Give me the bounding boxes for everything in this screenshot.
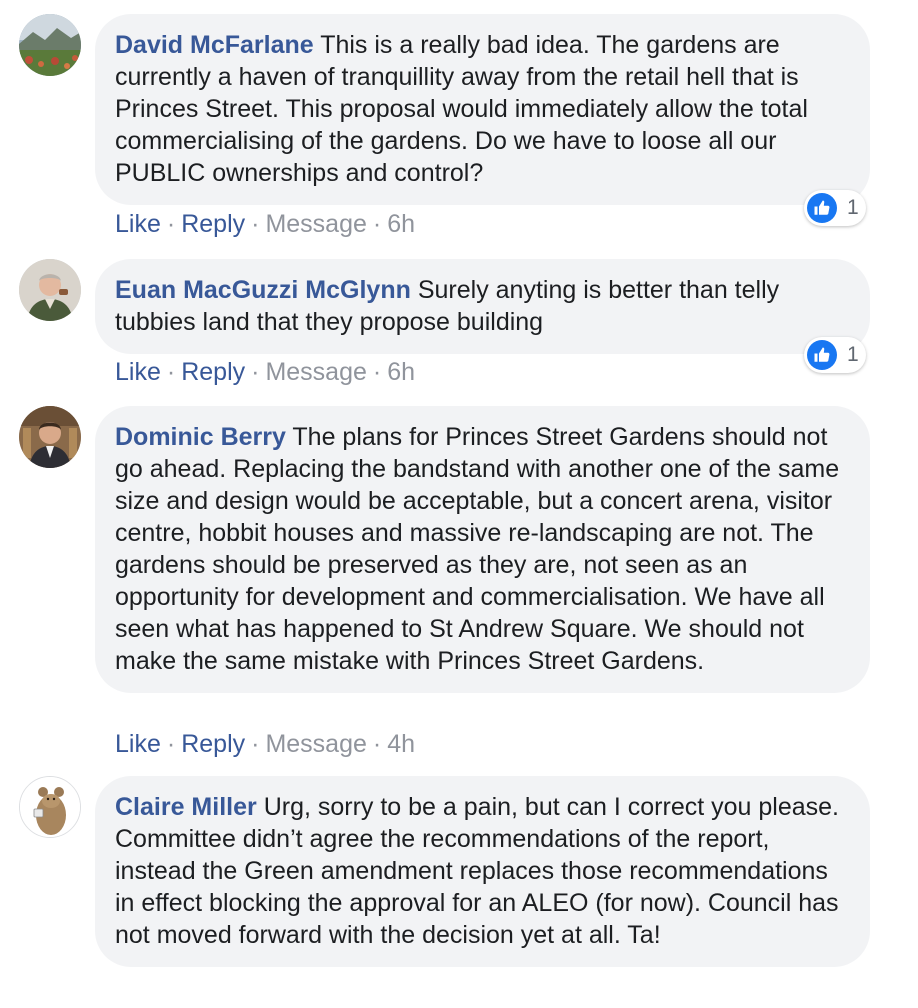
thumbs-up-icon: [807, 340, 837, 370]
message-link[interactable]: Message: [265, 210, 366, 238]
separator-dot: ·: [372, 358, 382, 386]
reaction-summary[interactable]: 1: [804, 337, 866, 373]
like-link[interactable]: Like: [115, 358, 161, 386]
separator-dot: ·: [372, 210, 382, 238]
avatar[interactable]: [19, 259, 81, 321]
separator-dot: ·: [251, 358, 260, 386]
comment-text: The plans for Princes Street Gardens sho…: [115, 423, 840, 675]
separator-dot: ·: [166, 730, 176, 758]
comment-author[interactable]: Dominic Berry: [115, 423, 286, 451]
message-link[interactable]: Message: [265, 730, 366, 758]
separator-dot: ·: [166, 358, 176, 386]
reaction-count: 1: [847, 196, 859, 219]
message-link[interactable]: Message: [265, 358, 366, 386]
reaction-summary[interactable]: 1: [804, 190, 866, 226]
avatar-portrait-image: [19, 259, 81, 321]
comment-actions: Like · Reply · Message · 4h: [115, 729, 415, 759]
separator-dot: ·: [251, 730, 260, 758]
separator-dot: ·: [251, 210, 260, 238]
comment-bubble: Dominic Berry The plans for Princes Stre…: [95, 406, 870, 693]
thumbs-up-icon: [807, 193, 837, 223]
separator-dot: ·: [372, 730, 382, 758]
comment-author[interactable]: Euan MacGuzzi McGlynn: [115, 276, 411, 304]
avatar[interactable]: [19, 14, 81, 76]
separator-dot: ·: [166, 210, 176, 238]
avatar[interactable]: [19, 406, 81, 468]
reply-link[interactable]: Reply: [181, 358, 245, 386]
like-link[interactable]: Like: [115, 730, 161, 758]
comment-bubble: David McFarlane This is a really bad ide…: [95, 14, 870, 205]
avatar[interactable]: [19, 776, 81, 838]
avatar-bear-illustration: [20, 777, 80, 837]
comment-timestamp[interactable]: 6h: [387, 210, 415, 238]
comment-bubble: Claire Miller Urg, sorry to be a pain, b…: [95, 776, 870, 967]
comment-actions: Like · Reply · Message · 6h: [115, 357, 415, 387]
avatar-portrait-image: [19, 406, 81, 468]
avatar-landscape-image: [19, 14, 81, 76]
comment-actions: Like · Reply · Message · 6h: [115, 209, 415, 239]
like-link[interactable]: Like: [115, 210, 161, 238]
comment-timestamp[interactable]: 4h: [387, 730, 415, 758]
reply-link[interactable]: Reply: [181, 730, 245, 758]
reply-link[interactable]: Reply: [181, 210, 245, 238]
comment-timestamp[interactable]: 6h: [387, 358, 415, 386]
comment-author[interactable]: David McFarlane: [115, 31, 314, 59]
comment-author[interactable]: Claire Miller: [115, 793, 257, 821]
reaction-count: 1: [847, 343, 859, 366]
comment-bubble: Euan MacGuzzi McGlynn Surely anyting is …: [95, 259, 870, 354]
